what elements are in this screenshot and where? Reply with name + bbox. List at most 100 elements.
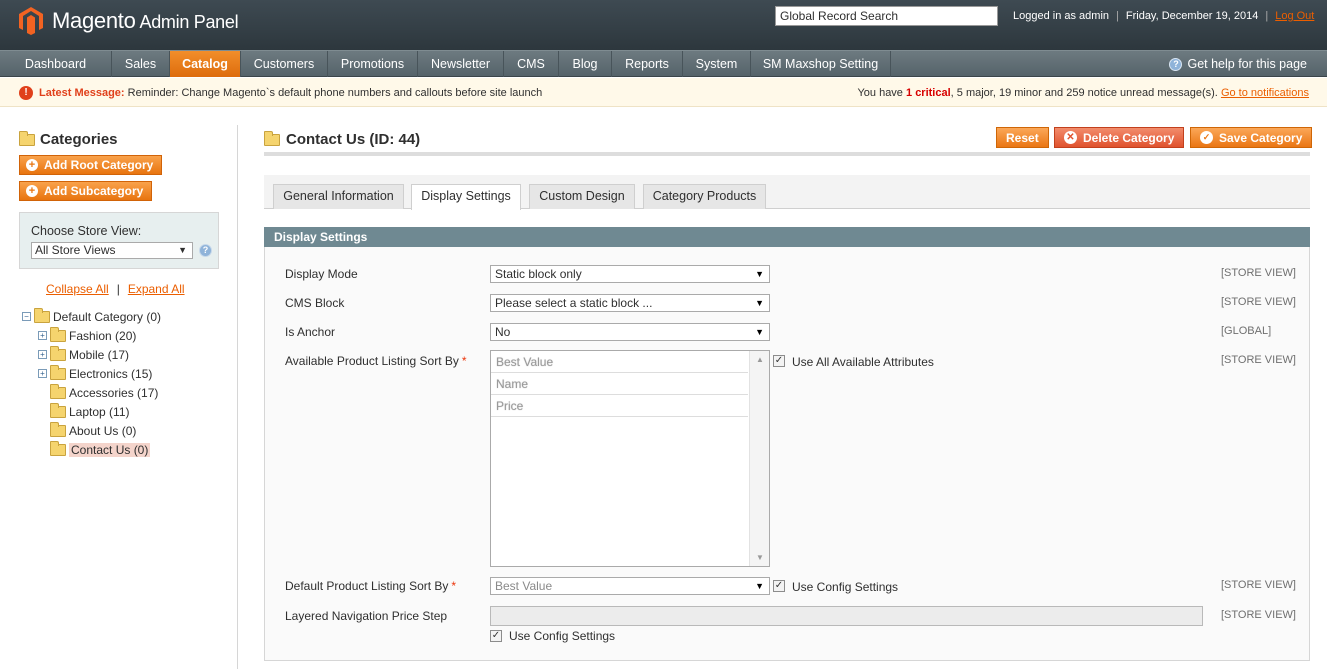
available-sort-by-scope: [STORE VIEW] [1221,354,1296,366]
tree-item-contact-us[interactable]: Contact Us (0) [50,440,151,458]
folder-icon [19,130,35,146]
nav-item-dashboard[interactable]: Dashboard [0,51,112,77]
nav-item-cms[interactable]: CMS [504,51,559,77]
folder-icon [50,421,66,437]
display-mode-label: Display Mode [285,267,358,281]
help-label: Get help for this page [1187,57,1307,71]
nav-item-system[interactable]: System [683,51,751,77]
help-icon[interactable]: ? [199,244,212,257]
scroll-down-icon[interactable]: ▼ [756,553,764,562]
store-view-switcher: Choose Store View: All Store Views ▼ ? [19,212,219,269]
logout-link[interactable]: Log Out [1275,10,1314,22]
chevron-down-icon: ▼ [755,269,764,279]
header-user-info: Logged in as admin | Friday, December 19… [1013,10,1315,22]
save-category-label: Save Category [1219,130,1303,145]
folder-icon [50,383,66,399]
default-sort-use-config-checkbox[interactable]: ✓ [773,580,785,592]
tab-display-settings[interactable]: Display Settings [411,184,521,210]
nav-item-customers[interactable]: Customers [241,51,328,77]
tree-item-label: Laptop (11) [69,404,130,419]
use-all-attributes-label: Use All Available Attributes [792,355,934,369]
expand-toggle-icon[interactable]: + [38,331,47,340]
tree-item-mobile[interactable]: + Mobile (17) [38,345,130,363]
use-all-attributes-checkbox[interactable]: ✓ [773,355,785,367]
expand-toggle-icon[interactable]: + [38,350,47,359]
required-marker: * [461,354,467,368]
default-sort-use-config-label: Use Config Settings [792,580,899,594]
scrollbar[interactable]: ▲ ▼ [749,351,769,566]
multiselect-option[interactable]: Best Value [491,351,748,373]
tree-item-electronics[interactable]: + Electronics (15) [38,364,153,382]
display-mode-value: Static block only [495,267,582,281]
minor-count: 19 minor and [998,87,1067,99]
tree-item-default-category[interactable]: − Default Category (0) [22,307,162,325]
latest-message-prefix: Latest Message: [39,87,125,99]
tab-category-products[interactable]: Category Products [643,184,766,209]
tree-item-laptop[interactable]: Laptop (11) [50,402,130,420]
multiselect-option[interactable]: Name [491,373,748,395]
default-sort-by-scope: [STORE VIEW] [1221,579,1296,591]
nav-item-reports[interactable]: Reports [612,51,683,77]
messages-you-have: You have [857,87,903,99]
expand-toggle-icon[interactable]: + [38,369,47,378]
checkmark-icon: ✓ [1200,131,1213,144]
delete-category-button[interactable]: ✕ Delete Category [1054,127,1185,148]
add-subcategory-button[interactable]: + Add Subcategory [19,181,153,201]
is-anchor-select[interactable]: No ▼ [490,323,770,341]
save-category-button[interactable]: ✓ Save Category [1190,127,1313,148]
tree-item-label: Default Category (0) [53,309,162,324]
app-name: Magento [52,8,136,33]
system-message-bar: ! Latest Message: Reminder: Change Magen… [0,78,1327,107]
store-view-value: All Store Views [35,243,116,257]
latest-message-text: Reminder: Change Magento`s default phone… [127,87,543,99]
categories-heading: Categories [19,130,118,148]
tree-item-label: Mobile (17) [69,347,130,362]
tab-custom-design[interactable]: Custom Design [529,184,635,209]
help-link[interactable]: ? Get help for this page [1169,51,1307,77]
go-to-notifications-link[interactable]: Go to notifications [1221,87,1309,99]
tree-controls: Collapse All | Expand All [46,282,185,296]
price-step-use-config-label: Use Config Settings [509,629,616,643]
nav-item-blog[interactable]: Blog [559,51,612,77]
price-step-label: Layered Navigation Price Step [285,609,448,623]
price-step-use-config-checkbox[interactable]: ✓ [490,630,502,642]
notice-count: 259 notice unread message(s). [1066,87,1218,99]
available-sort-by-multiselect[interactable]: Best Value Name Price ▲ ▼ [490,350,770,567]
collapse-toggle-icon[interactable]: − [22,312,31,321]
tree-item-accessories[interactable]: Accessories (17) [50,383,158,401]
chevron-down-icon: ▼ [178,245,187,255]
critical-link[interactable]: critical [915,87,950,99]
tree-item-label: Fashion (20) [69,328,137,343]
nav-item-promotions[interactable]: Promotions [328,51,418,77]
reset-button[interactable]: Reset [996,127,1049,148]
cms-block-select[interactable]: Please select a static block ... ▼ [490,294,770,312]
nav-item-sm-maxshop-setting[interactable]: SM Maxshop Setting [751,51,891,77]
admin-header: MagentoAdmin Panel Logged in as admin | … [0,0,1327,50]
major-count: , 5 major, [950,87,999,99]
nav-item-catalog[interactable]: Catalog [170,51,241,77]
chevron-down-icon: ▼ [755,298,764,308]
expand-all-link[interactable]: Expand All [128,282,185,296]
price-step-input[interactable] [490,606,1203,626]
scroll-up-icon[interactable]: ▲ [756,355,764,364]
magento-logo[interactable]: Magento Admin Panel [18,6,239,36]
collapse-all-link[interactable]: Collapse All [46,282,109,296]
tree-item-fashion[interactable]: + Fashion (20) [38,326,137,344]
nav-item-sales[interactable]: Sales [112,51,170,77]
display-mode-select[interactable]: Static block only ▼ [490,265,770,283]
delete-category-label: Delete Category [1083,130,1175,145]
add-root-category-button[interactable]: + Add Root Category [19,155,163,175]
tree-item-about-us[interactable]: About Us (0) [50,421,136,439]
plus-icon: + [26,185,38,197]
folder-icon [50,326,66,342]
tab-general-information[interactable]: General Information [273,184,404,209]
global-search-input[interactable] [775,6,998,26]
is-anchor-label: Is Anchor [285,325,336,339]
display-mode-scope: [STORE VIEW] [1221,267,1296,279]
tree-item-label: Electronics (15) [69,366,153,381]
default-sort-by-select[interactable]: Best Value ▼ [490,577,770,595]
store-view-select[interactable]: All Store Views ▼ [31,242,193,259]
multiselect-option[interactable]: Price [491,395,748,417]
nav-item-newsletter[interactable]: Newsletter [418,51,504,77]
page-title-text: Contact Us (ID: 44) [286,131,421,148]
